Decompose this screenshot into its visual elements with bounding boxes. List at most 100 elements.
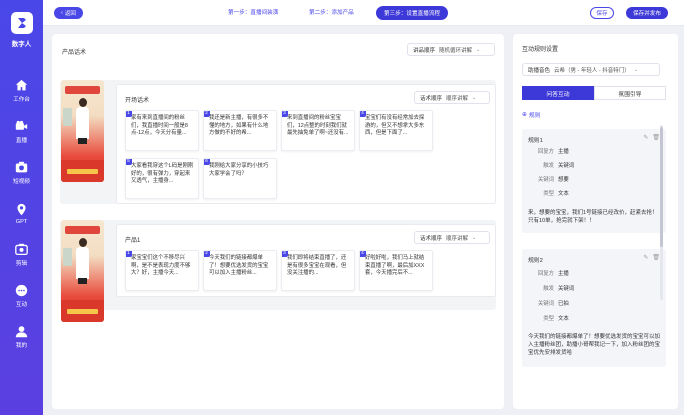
brand-name: 数字人 — [11, 41, 32, 48]
sidebar-item-label: 互动 — [15, 301, 28, 308]
delete-icon[interactable]: 🗑 — [652, 254, 660, 261]
script-item[interactable]: 6 我刚给大家分享的小技巧大家学会了吗？ — [203, 158, 277, 199]
field-value: 想要 — [558, 177, 569, 183]
chevron-down-icon: ⌄ — [633, 66, 638, 73]
product-block: 开场话术 话术顺序 顺序讲解 ⌄ 1 家有来到直播间的粉丝们，我直播时间一般是8… — [60, 80, 496, 204]
rules-scrollbar-thumb[interactable] — [660, 127, 663, 247]
product-script-panel: 产品话术 讲品顺序 随机循环讲解 ⌄ 开场话术 话术顺序 顺序讲解 ⌄ 1 家有… — [52, 34, 504, 409]
sidebar-item-label: 工作台 — [13, 96, 30, 103]
script-item[interactable]: 2 我还是新主播，有很多不懂的地方，如果有什么地方做的不好的希... — [203, 110, 277, 151]
plus-circle-icon: ⊕ — [522, 111, 527, 118]
script-number: 3 — [282, 111, 288, 117]
field-key: 类型 — [543, 316, 554, 322]
script-text: 我们即将结束直播了，还是有很多宝宝在观看，但没关注播的... — [287, 255, 347, 277]
script-item[interactable]: 2 今天我们的链接都爆单了！想要优选发货的宝宝可以加入主播粉丝... — [203, 250, 277, 291]
script-text: 来到直播间的粉丝宝宝们，12点整的时刻我们就最先抽免单了啊~还没有... — [287, 115, 349, 137]
tab-atmosphere[interactable]: 氛围引导 — [594, 86, 666, 100]
script-number: 6 — [204, 159, 210, 165]
script-order-select[interactable]: 话术顺序 顺序讲解 ⌄ — [414, 91, 490, 104]
select-value: 顺序讲解 — [446, 235, 469, 242]
script-item[interactable]: 3 我们即将结束直播了，还是有很多宝宝在观看，但没关注播的... — [281, 250, 355, 291]
script-number: 1 — [126, 251, 132, 257]
script-item[interactable]: 4 宝宝们有没有经常加去探游的，但又不想拿大多东西，但是下面了... — [359, 110, 433, 151]
rule-reply-text: 来，想要的宝宝，我们1号链接已经改价，赶紧去抢！只有10单，抢完就下架！！ — [528, 210, 658, 224]
sidebar-item-gpt[interactable]: GPT — [0, 193, 43, 234]
script-item[interactable]: 4 好啦好啦，我们马上就结束直播了啊，最后加XXX套，今天播完后不... — [359, 250, 433, 291]
step-1[interactable]: 第一步：直播间装潢 — [228, 8, 278, 16]
explain-order-select[interactable]: 讲品顺序 随机循环讲解 ⌄ — [407, 43, 495, 56]
rule-name: 规则1 — [528, 138, 543, 144]
rule-field: 类型 文本 — [543, 189, 569, 197]
field-value: 已拍 — [558, 301, 569, 307]
sidebar: 数字人 工作台 直播 短视频 GPT 剪辑 互动 我的 — [0, 0, 43, 415]
add-rule-label: 规则 — [528, 113, 541, 119]
field-key: 触发 — [543, 163, 554, 169]
select-label: 助播音色 — [528, 67, 551, 74]
clip-icon — [15, 243, 28, 255]
rule-name: 规则2 — [528, 258, 543, 264]
delete-icon[interactable]: 🗑 — [652, 134, 660, 141]
save-button[interactable]: 保存 — [590, 7, 614, 19]
location-icon — [17, 203, 26, 215]
script-number: 2 — [204, 251, 210, 257]
script-text: 家宝宝们这个不移尽兴啊，是不是表现力度不够大？好，主播今天... — [131, 255, 191, 277]
rule-card: 规则1 ✎ 🗑 回复方 主播 触发 关键词 关键词 想要 类型 文本 来，想要的宝宝，我… — [522, 129, 666, 233]
back-label: 返回 — [64, 11, 76, 17]
home-icon — [15, 79, 28, 90]
script-text: 大家看我穿这个L码是刚刚好的，很有弹力，穿起来又透气，主播身... — [131, 163, 194, 185]
script-text: 好啦好啦，我们马上就结束直播了啊，最后加XXX套，今天播完后不... — [365, 255, 425, 277]
product-thumbnail[interactable] — [61, 220, 104, 322]
rule-card: 规则2 ✎ 🗑 回复方 主播 触发 关键词 关键词 已拍 类型 文本 今天我们的链接都爆… — [522, 249, 666, 367]
script-number: 4 — [360, 111, 366, 117]
select-value: 随机循环讲解 — [439, 47, 473, 54]
step-3[interactable]: 第三步：设置直播流程 — [376, 6, 448, 20]
rule-field: 触发 关键词 — [543, 161, 574, 169]
rule-tabs: 问答互动 氛围引导 — [522, 86, 666, 100]
chevron-down-icon: ⌄ — [476, 46, 481, 53]
edit-icon[interactable]: ✎ — [643, 134, 648, 141]
field-key: 类型 — [543, 191, 554, 197]
script-item[interactable]: 1 家宝宝们这个不移尽兴啊，是不是表现力度不够大？好，主播今天... — [125, 250, 199, 291]
field-value: 关键词 — [558, 286, 575, 292]
script-number: 2 — [204, 111, 210, 117]
rule-field: 关键词 想要 — [538, 175, 569, 183]
field-key: 关键词 — [537, 177, 554, 183]
script-card-title: 开场话术 — [125, 98, 150, 104]
rule-field: 回复方 主播 — [538, 269, 569, 277]
save-publish-button[interactable]: 保存并发布 — [626, 7, 668, 19]
script-order-select[interactable]: 话术顺序 顺序讲解 ⌄ — [414, 231, 490, 244]
select-label: 话术顺序 — [420, 235, 443, 242]
sidebar-item-workbench[interactable]: 工作台 — [0, 70, 43, 111]
sidebar-item-mine[interactable]: 我的 — [0, 316, 43, 357]
script-number: 1 — [126, 111, 132, 117]
voice-select[interactable]: 助播音色 云希（男 - 年轻人 - 抖音特门） ⌄ — [522, 63, 660, 76]
script-text: 家有来到直播间的粉丝们，我直播时间一般是8点-12点，今天分有量... — [131, 115, 188, 137]
interaction-rules-panel: 互动规则设置 助播音色 云希（男 - 年轻人 - 抖音特门） ⌄ 问答互动 氛围… — [513, 34, 678, 409]
sidebar-item-short-video[interactable]: 短视频 — [0, 152, 43, 193]
script-number: 5 — [126, 159, 132, 165]
camera-icon — [15, 120, 28, 130]
script-item[interactable]: 1 家有来到直播间的粉丝们，我直播时间一般是8点-12点，今天分有量... — [125, 110, 199, 151]
sidebar-item-interact[interactable]: 互动 — [0, 275, 43, 316]
field-value: 文本 — [558, 316, 569, 322]
product-thumbnail[interactable] — [61, 80, 104, 182]
rule-reply-text: 今天我们的链接都爆单了！想要优选发货的宝宝可以加入主播粉丝团，助播小哥帮我记一下… — [528, 334, 661, 356]
script-item[interactable]: 5 大家看我穿这个L码是刚刚好的，很有弹力，穿起来又透气，主播身... — [125, 158, 199, 199]
back-button[interactable]: ‹ 返回 — [54, 7, 83, 19]
brand-logo-icon[interactable] — [10, 12, 33, 34]
select-value: 云希（男 - 年轻人 - 抖音特门） — [554, 67, 630, 74]
add-rule-button[interactable]: ⊕ 规则 — [522, 110, 541, 120]
step-2[interactable]: 第二步：添加产品 — [309, 8, 354, 16]
field-value: 文本 — [558, 191, 569, 197]
script-card-title: 产品1 — [125, 238, 141, 244]
sidebar-item-clip[interactable]: 剪辑 — [0, 234, 43, 275]
script-number: 4 — [360, 251, 366, 257]
field-key: 回复方 — [537, 149, 554, 155]
tab-qa[interactable]: 问答互动 — [522, 86, 594, 100]
sidebar-item-live[interactable]: 直播 — [0, 111, 43, 152]
sidebar-item-label: 剪辑 — [15, 260, 28, 267]
script-item[interactable]: 3 来到直播间的粉丝宝宝们，12点整的时刻我们就最先抽免单了啊~还没有... — [281, 110, 355, 151]
edit-icon[interactable]: ✎ — [643, 254, 648, 261]
field-key: 回复方 — [537, 271, 554, 277]
select-label: 话术顺序 — [420, 95, 443, 102]
